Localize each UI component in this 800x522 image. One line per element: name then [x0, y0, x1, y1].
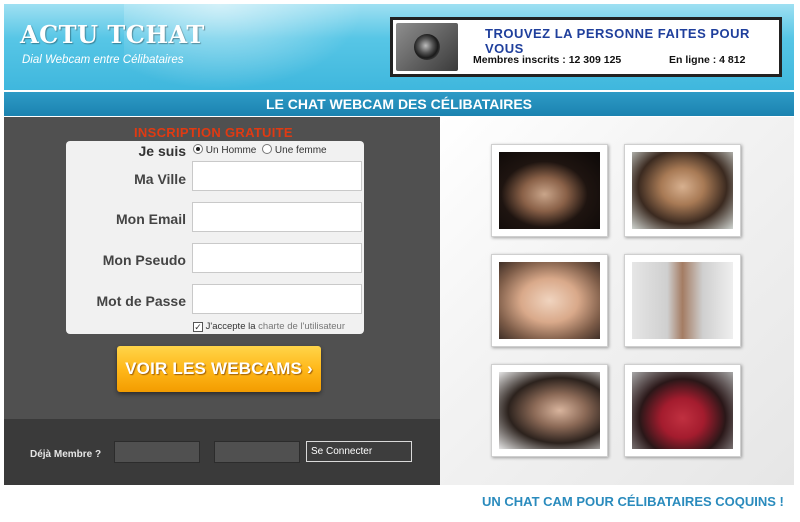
- photo-image: [632, 372, 733, 449]
- gender-option-femme[interactable]: Une femme: [275, 145, 327, 156]
- accept-checkbox[interactable]: ✓: [193, 322, 203, 332]
- gender-radio-homme[interactable]: [193, 144, 203, 154]
- webcam-icon: [396, 23, 458, 71]
- email-label: Mon Email: [115, 211, 186, 227]
- gender-radio-femme[interactable]: [262, 144, 273, 154]
- password-label: Mot de Passe: [96, 293, 186, 309]
- password-field[interactable]: [192, 284, 362, 314]
- ville-field[interactable]: [192, 161, 362, 191]
- pseudo-label: Mon Pseudo: [102, 252, 186, 268]
- ville-label: Ma Ville: [134, 171, 186, 187]
- online-count: En ligne : 4 812: [669, 54, 746, 66]
- site-header: ACTU TCHAT Dial Webcam entre Célibataire…: [4, 4, 794, 90]
- site-subtitle: Dial Webcam entre Célibataires: [22, 54, 184, 66]
- je-suis-label: Je suis: [138, 143, 186, 159]
- gender-option-homme[interactable]: Un Homme: [206, 145, 257, 156]
- already-member-label: Déjà Membre ?: [30, 449, 102, 460]
- signup-panel: INSCRIPTION GRATUITE Je suis Un Homme Un…: [4, 117, 440, 485]
- photo-gallery: [440, 117, 794, 485]
- photo-image: [499, 262, 600, 339]
- photo-image: [632, 262, 733, 339]
- photo-image: [499, 152, 600, 229]
- gender-selector: Un Homme Une femme: [193, 144, 327, 156]
- accept-terms: ✓ J'accepte la charte de l'utilisateur: [193, 321, 345, 332]
- page-title-bar: LE CHAT WEBCAM DES CÉLIBATAIRES: [4, 92, 794, 116]
- promo-banner[interactable]: TROUVEZ LA PERSONNE FAITES POUR VOUS Mem…: [390, 17, 782, 77]
- accept-text: J'accepte la: [205, 321, 256, 332]
- signup-heading: INSCRIPTION GRATUITE: [134, 125, 293, 140]
- login-bar: Déjà Membre ? Se Connecter: [4, 419, 440, 485]
- profile-photo-5[interactable]: [491, 364, 608, 457]
- pseudo-field[interactable]: [192, 243, 362, 273]
- charter-link[interactable]: charte de l'utilisateur: [258, 321, 345, 332]
- profile-photo-4[interactable]: [624, 254, 741, 347]
- login-pseudo-field[interactable]: [114, 441, 200, 463]
- photo-image: [632, 152, 733, 229]
- profile-photo-6[interactable]: [624, 364, 741, 457]
- profile-photo-1[interactable]: [491, 144, 608, 237]
- email-field[interactable]: [192, 202, 362, 232]
- view-webcams-button[interactable]: VOIR LES WEBCAMS ›: [117, 346, 321, 392]
- site-title[interactable]: ACTU TCHAT: [20, 20, 205, 49]
- login-password-field[interactable]: [214, 441, 300, 463]
- members-count: Membres inscrits : 12 309 125: [473, 54, 622, 66]
- connect-button[interactable]: Se Connecter: [306, 441, 412, 462]
- profile-photo-3[interactable]: [491, 254, 608, 347]
- banner-headline: TROUVEZ LA PERSONNE FAITES POUR VOUS: [485, 26, 750, 56]
- profile-photo-2[interactable]: [624, 144, 741, 237]
- photo-image: [499, 372, 600, 449]
- signup-form: Je suis Un Homme Une femme Ma Ville Mon …: [66, 141, 364, 334]
- footer-slogan: UN CHAT CAM POUR CÉLIBATAIRES COQUINS !: [482, 494, 784, 509]
- webcam-lens: [414, 34, 440, 60]
